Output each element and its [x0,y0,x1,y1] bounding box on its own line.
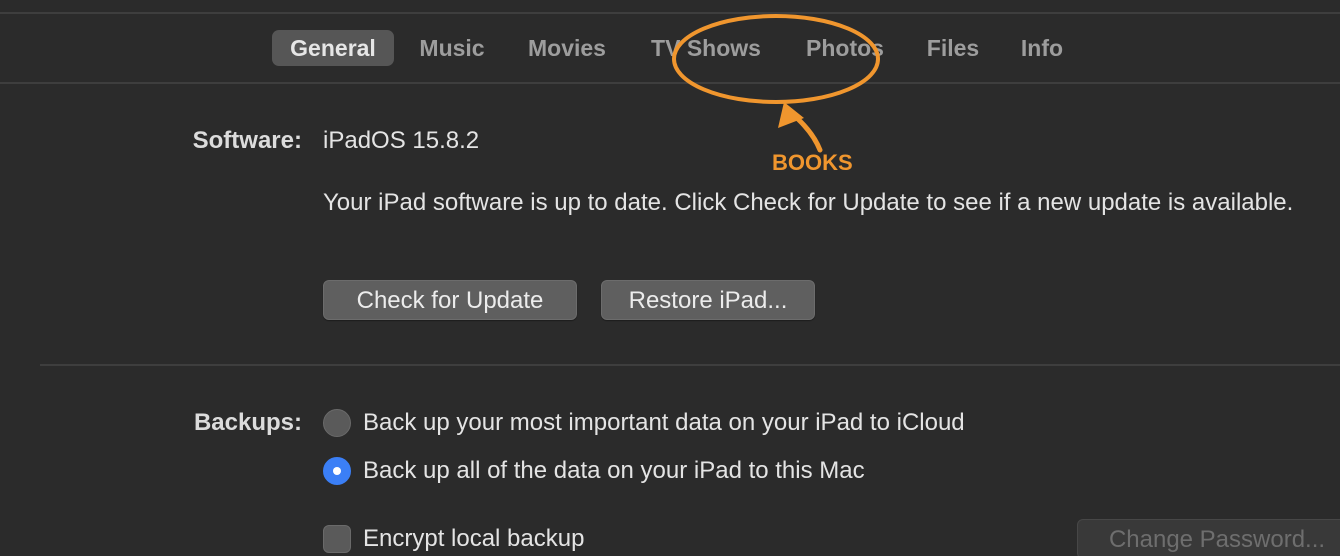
backups-label: Backups: [193,409,302,436]
tab-files[interactable]: Files [916,30,990,66]
change-password-button[interactable]: Change Password... [1077,519,1340,556]
section-divider [40,364,1340,366]
backup-mac-label[interactable]: Back up all of the data on your iPad to … [363,457,865,485]
tab-tv-shows[interactable]: TV Shows [638,30,774,66]
tab-photos[interactable]: Photos [794,30,896,66]
tab-info[interactable]: Info [1010,30,1074,66]
backup-icloud-label[interactable]: Back up your most important data on your… [363,409,965,437]
software-version: iPadOS 15.8.2 [323,127,480,154]
tab-movies[interactable]: Movies [516,30,618,66]
check-for-update-button[interactable]: Check for Update [323,280,577,320]
software-status-text: Your iPad software is up to date. Click … [323,189,1294,216]
restore-ipad-button[interactable]: Restore iPad... [601,280,815,320]
backup-mac-radio[interactable] [323,457,351,485]
encrypt-backup-checkbox[interactable] [323,525,351,553]
top-divider [0,12,1340,14]
tab-music[interactable]: Music [408,30,496,66]
books-annotation-label: BOOKS [772,150,853,175]
backup-icloud-radio[interactable] [323,409,351,437]
tab-general[interactable]: General [272,30,394,66]
annotation-arrowhead [778,102,804,128]
annotation-arrow [787,109,823,153]
encrypt-backup-label[interactable]: Encrypt local backup [363,525,584,553]
tab-divider [0,82,1340,84]
radio-selected-dot [333,467,341,475]
software-label: Software: [192,127,302,154]
